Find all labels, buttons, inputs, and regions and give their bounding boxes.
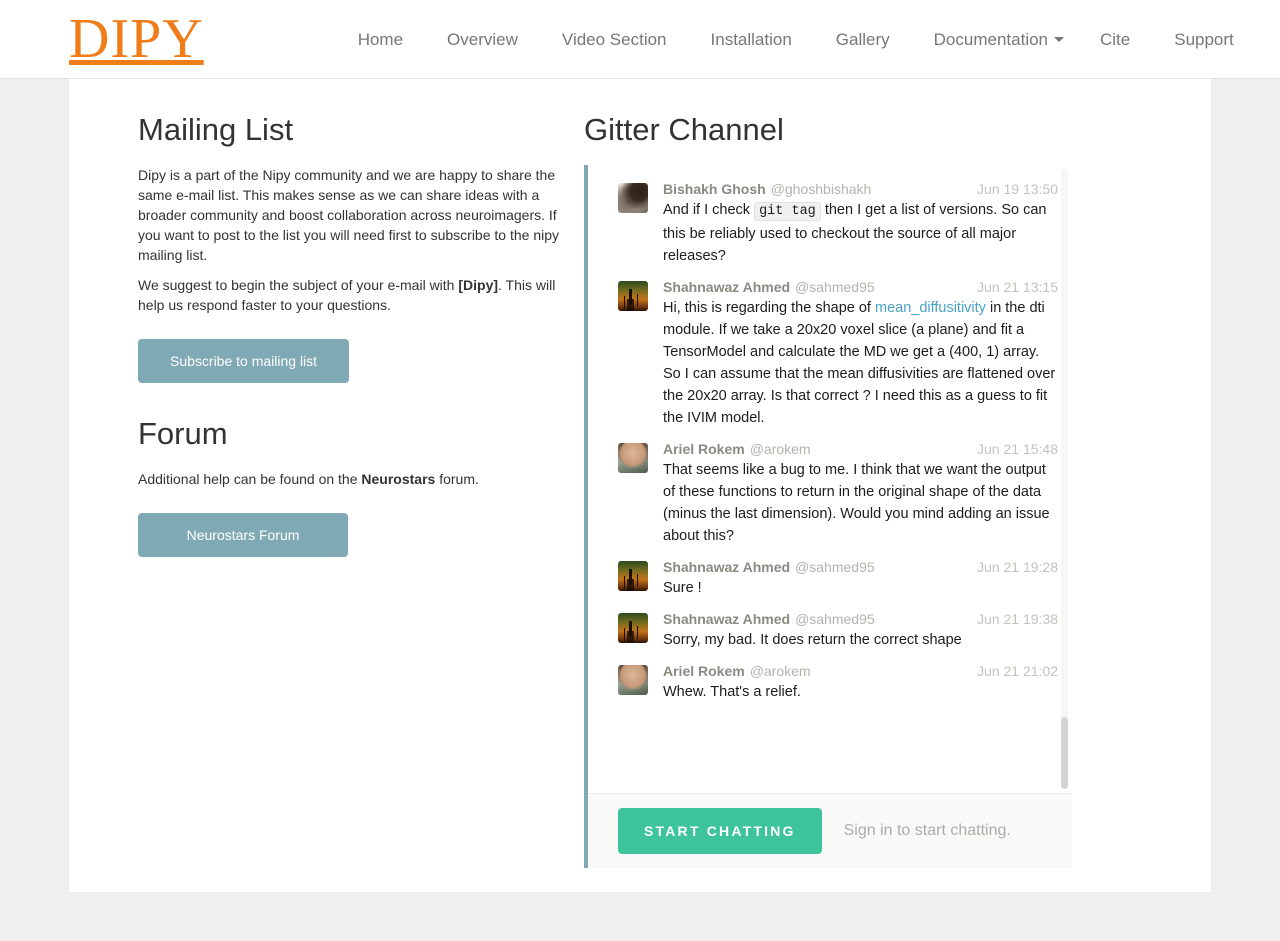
left-column: Mailing List Dipy is a part of the Nipy … [69,112,584,868]
chat-message: Ariel Rokem @arokem Jun 21 15:48 That se… [588,435,1072,553]
avatar [618,561,648,592]
nav-item-overview[interactable]: Overview [425,0,540,79]
chat-timestamp: Jun 21 19:38 [977,611,1058,628]
chat-timestamp: Jun 19 13:50 [977,181,1058,198]
chat-scrollbar-thumb[interactable] [1061,717,1068,790]
chat-message-text: Hi, this is regarding the shape of mean_… [663,297,1058,429]
chat-message-text: Sure ! [663,580,702,597]
nav-item-support[interactable]: Support [1152,0,1256,79]
chat-message-text: That seems like a bug to me. I think tha… [663,462,1050,545]
chat-message-text: Sorry, my bad. It does return the correc… [663,632,962,649]
chat-author-handle[interactable]: @sahmed95 [795,279,875,295]
nav-item-home[interactable]: Home [336,0,425,79]
chat-message: Bishakh Ghosh @ghoshbishakh Jun 19 13:50… [588,175,1072,273]
chat-message-text: Whew. That's a relief. [663,684,801,701]
chat-author-handle[interactable]: @sahmed95 [795,559,875,575]
nav-item-installation[interactable]: Installation [689,0,814,79]
nav-label: Cite [1100,29,1131,49]
chat-message: Ariel Rokem @arokem Jun 21 21:02 Whew. T… [588,657,1072,709]
chat-author-name: Ariel Rokem [663,441,745,458]
chat-message-body: Ariel Rokem @arokem Jun 21 21:02 Whew. T… [663,663,1058,703]
nav-item-video-section[interactable]: Video Section [540,0,689,79]
chat-author-handle[interactable]: @arokem [750,441,811,457]
chat-message-header: Shahnawaz Ahmed @sahmed95 Jun 21 13:15 [663,279,1058,295]
mailing-p2-pre: We suggest to begin the subject of your … [138,277,459,294]
mailing-list-heading: Mailing List [138,112,294,147]
nav-item-cite[interactable]: Cite [1078,0,1152,79]
chat-message-body: Ariel Rokem @arokem Jun 21 15:48 That se… [663,441,1058,547]
chat-author-handle[interactable]: @arokem [750,663,811,679]
chat-text-post: in the dti module. If we take a 20x20 vo… [663,300,1056,427]
avatar [618,613,648,644]
chat-message-body: Shahnawaz Ahmed @sahmed95 Jun 21 19:28 S… [663,559,1058,599]
subscribe-mailing-list-button[interactable]: Subscribe to mailing list [138,339,350,384]
chat-author-name: Shahnawaz Ahmed [663,559,791,576]
forum-text-bold: Neurostars [361,471,436,488]
inline-code: git tag [754,202,821,222]
sign-in-note: Sign in to start chatting. [843,822,1011,840]
chat-scrollbar-track[interactable] [1061,169,1068,790]
avatar [618,665,648,696]
start-chatting-button[interactable]: START CHATTING [618,808,822,855]
forum-text-post: forum. [435,471,479,488]
chat-message: Shahnawaz Ahmed @sahmed95 Jun 21 19:28 S… [588,553,1072,605]
chat-author-name: Shahnawaz Ahmed [663,611,791,628]
chat-message-header: Ariel Rokem @arokem Jun 21 15:48 [663,441,1058,457]
chat-message-header: Bishakh Ghosh @ghoshbishakh Jun 19 13:50 [663,181,1058,197]
chat-message-body: Shahnawaz Ahmed @sahmed95 Jun 21 19:38 S… [663,611,1058,651]
chat-message-header: Shahnawaz Ahmed @sahmed95 Jun 21 19:28 [663,559,1058,575]
mailing-list-paragraph-1: Dipy is a part of the Nipy community and… [138,167,559,264]
page-background: Mailing List Dipy is a part of the Nipy … [0,79,1280,941]
chat-message-text: And if I check git tag then I get a list… [663,199,1058,267]
chat-timestamp: Jun 21 13:15 [977,279,1058,296]
nav-label: Installation [710,29,792,49]
chevron-down-icon [1054,36,1064,42]
chat-text-pre: Hi, this is regarding the shape of [663,300,875,317]
chat-author-handle[interactable]: @sahmed95 [795,611,875,627]
forum-text-pre: Additional help can be found on the [138,471,362,488]
nav-item-documentation[interactable]: Documentation [912,0,1078,79]
chat-message-body: Shahnawaz Ahmed @sahmed95 Jun 21 13:15 H… [663,279,1058,429]
forum-heading: Forum [138,416,228,452]
chat-author-handle[interactable]: @ghoshbishakh [771,181,872,197]
mean-diffusitivity-link[interactable]: mean_diffusitivity [875,300,986,316]
chat-message-body: Bishakh Ghosh @ghoshbishakh Jun 19 13:50… [663,181,1058,267]
neurostars-forum-button[interactable]: Neurostars Forum [138,513,348,558]
nav-label: Video Section [561,29,667,49]
site-navbar: DIPY Home Overview Video Section Install… [0,0,1280,79]
chat-timestamp: Jun 21 15:48 [977,441,1058,458]
chat-author-name: Ariel Rokem [663,663,745,680]
brand-logo-dipy[interactable]: DIPY [69,11,204,67]
avatar [618,183,648,214]
chat-message: Shahnawaz Ahmed @sahmed95 Jun 21 19:38 S… [588,605,1072,657]
chat-message-header: Ariel Rokem @arokem Jun 21 21:02 [663,663,1058,679]
avatar [618,281,648,312]
chat-timestamp: Jun 21 19:28 [977,559,1058,576]
right-column: Gitter Channel Bishakh Ghosh @ghoshbisha… [584,112,1142,869]
nav-label: Home [357,29,404,49]
chat-message-header: Shahnawaz Ahmed @sahmed95 Jun 21 19:38 [663,611,1058,627]
main-navigation: Home Overview Video Section Installation… [336,0,1280,79]
nav-label: Gallery [835,29,890,49]
chat-timestamp: Jun 21 21:02 [977,663,1058,680]
forum-paragraph: Additional help can be found on the Neur… [138,469,569,489]
nav-label: Support [1174,29,1234,49]
gitter-message-list[interactable]: Bishakh Ghosh @ghoshbishakh Jun 19 13:50… [588,165,1072,794]
chat-text-pre: And if I check [663,202,755,219]
mailing-p2-bold: [Dipy] [458,277,499,294]
content-container: Mailing List Dipy is a part of the Nipy … [69,79,1211,892]
gitter-footer-bar: START CHATTING Sign in to start chatting… [588,793,1072,869]
mailing-list-paragraph-2: We suggest to begin the subject of your … [138,275,569,315]
nav-more-dropdown-toggle[interactable] [1256,0,1280,79]
chat-message: Shahnawaz Ahmed @sahmed95 Jun 21 13:15 H… [588,273,1072,435]
nav-label: Overview [447,29,518,49]
gitter-channel-heading: Gitter Channel [584,112,784,147]
two-column-row: Mailing List Dipy is a part of the Nipy … [69,79,1211,869]
chat-author-name: Shahnawaz Ahmed [663,279,791,296]
nav-label: Documentation [933,29,1048,49]
avatar [618,443,648,474]
chat-author-name: Bishakh Ghosh [663,181,766,198]
nav-item-gallery[interactable]: Gallery [814,0,912,79]
gitter-embed-panel: Bishakh Ghosh @ghoshbishakh Jun 19 13:50… [584,165,1072,869]
